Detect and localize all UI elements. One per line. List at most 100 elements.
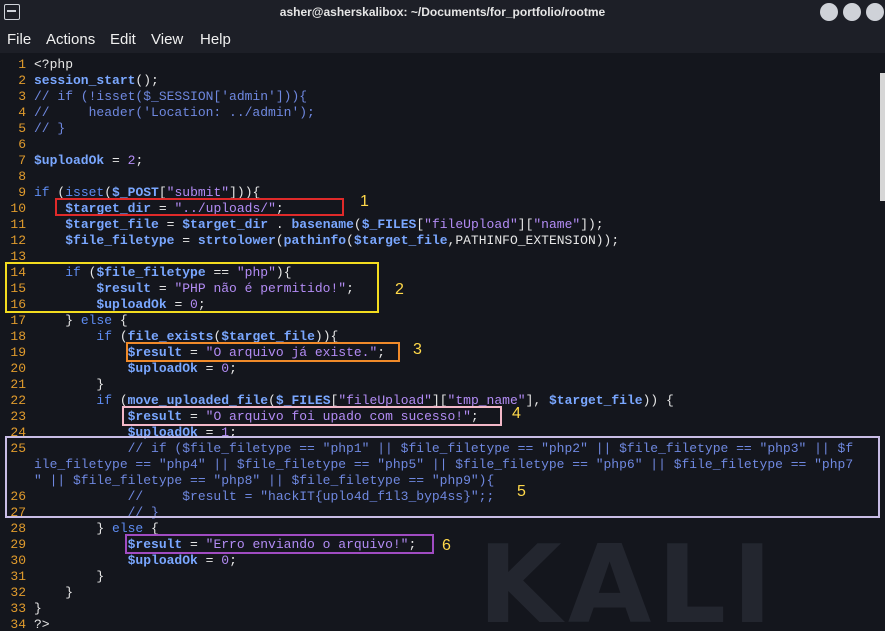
code-token: ], — [525, 393, 549, 408]
code-token: (); — [135, 73, 159, 88]
code-token: ; — [135, 153, 144, 168]
line-number: 28 — [10, 521, 26, 536]
code-token: // } — [34, 121, 66, 136]
code-token: if — [96, 329, 113, 344]
close-button[interactable] — [866, 3, 884, 21]
line-number: 29 — [10, 537, 26, 552]
highlight-box-2 — [5, 262, 379, 313]
scrollbar-thumb[interactable] — [880, 73, 885, 201]
line-number: 4 — [18, 105, 26, 120]
menu-file[interactable]: File — [7, 31, 31, 48]
code-line: 33} — [0, 601, 885, 617]
highlight-box-1 — [55, 198, 344, 216]
line-number: 31 — [10, 569, 26, 584]
code-line: 1 <?php — [0, 57, 885, 73]
code-token: = — [174, 233, 198, 248]
code-token: [ — [416, 217, 425, 232]
code-line: 3 // if (!isset($_SESSION['admin'])){ — [0, 89, 885, 105]
code-token: . — [268, 217, 292, 232]
code-token: if — [96, 393, 113, 408]
code-line: 8 — [0, 169, 885, 185]
menu-view[interactable]: View — [151, 31, 183, 48]
code-text: $uploadOk = 0; — [34, 361, 237, 377]
code-token: ( — [275, 233, 284, 248]
code-token: $_FILES — [361, 217, 417, 232]
line-number: 19 — [10, 345, 26, 360]
code-token: $uploadOk — [127, 553, 198, 568]
line-number: 20 — [10, 361, 26, 376]
code-token: $target_file — [353, 233, 448, 248]
menu-edit[interactable]: Edit — [110, 31, 136, 48]
code-text: $target_file = $target_dir . basename($_… — [34, 217, 604, 233]
minimize-button[interactable] — [820, 3, 838, 21]
annotation-5: 5 — [517, 483, 526, 500]
line-number: 11 — [10, 217, 26, 232]
code-line: 7 $uploadOk = 2; — [0, 153, 885, 169]
code-line: 31 } — [0, 569, 885, 585]
line-number: 3 — [18, 89, 26, 104]
code-token: $target_file — [65, 217, 159, 232]
code-token: ( — [353, 217, 362, 232]
annotation-6: 6 — [442, 537, 451, 554]
menu-actions[interactable]: Actions — [46, 31, 95, 48]
line-number: 21 — [10, 377, 26, 392]
maximize-button[interactable] — [843, 3, 861, 21]
code-token: basename — [291, 217, 354, 232]
code-token: } — [34, 569, 105, 584]
code-token: $uploadOk — [127, 361, 198, 376]
code-token: = — [158, 217, 183, 232]
highlight-box-4 — [122, 406, 502, 426]
code-text: $uploadOk = 2; — [34, 153, 143, 169]
code-text: } — [34, 377, 104, 393]
code-token: <?php — [34, 57, 74, 72]
code-line: 5 // } — [0, 121, 885, 137]
code-text: } — [34, 601, 42, 617]
code-token: } — [34, 601, 42, 616]
line-number: 8 — [18, 169, 26, 184]
code-line: 34 ?> — [0, 617, 885, 631]
code-line: 4 // header('Location: ../admin'); — [0, 105, 885, 121]
code-text: // } — [34, 121, 65, 137]
code-text: <?php — [34, 57, 73, 73]
line-number: 2 — [18, 73, 26, 88]
code-token: = — [197, 361, 222, 376]
code-text: $file_filetype = strtolower(pathinfo($ta… — [34, 233, 619, 249]
highlight-box-5 — [5, 436, 880, 518]
line-number: 1 — [18, 57, 26, 72]
code-token: if — [34, 185, 50, 200]
annotation-2: 2 — [395, 281, 404, 298]
code-text: session_start(); — [34, 73, 159, 89]
code-token: ]); — [580, 217, 604, 232]
code-line: 11 $target_file = $target_dir . basename… — [0, 217, 885, 233]
code-token: ,PATHINFO_EXTENSION)); — [447, 233, 620, 248]
code-token: "name" — [533, 217, 581, 232]
code-token: $target_file — [548, 393, 643, 408]
menu-help[interactable]: Help — [200, 31, 231, 48]
code-line: 21 } — [0, 377, 885, 393]
code-token: $file_filetype — [65, 233, 175, 248]
code-token: 0 — [221, 361, 230, 376]
code-token: // if (!isset($_SESSION['admin'])){ — [34, 89, 308, 104]
code-editor[interactable]: KALI 1 <?php 2 session_start(); 3// if (!iss… — [0, 53, 885, 631]
code-token: ( — [346, 233, 354, 248]
code-token: pathinfo — [283, 233, 347, 248]
line-number: 33 — [10, 601, 26, 616]
code-text: $uploadOk = 0; — [34, 553, 237, 569]
code-text: ?> — [34, 617, 50, 631]
window-title: asher@asherskalibox: ~/Documents/for_por… — [279, 5, 606, 19]
annotation-1: 1 — [360, 193, 369, 210]
code-token: ; — [229, 361, 237, 376]
code-text: // header('Location: ../admin'); — [34, 105, 315, 121]
code-line: 32 } — [0, 585, 885, 601]
line-number: 32 — [10, 585, 26, 600]
code-token: 0 — [221, 553, 230, 568]
line-number: 12 — [10, 233, 26, 248]
code-text: } else { — [34, 313, 127, 329]
